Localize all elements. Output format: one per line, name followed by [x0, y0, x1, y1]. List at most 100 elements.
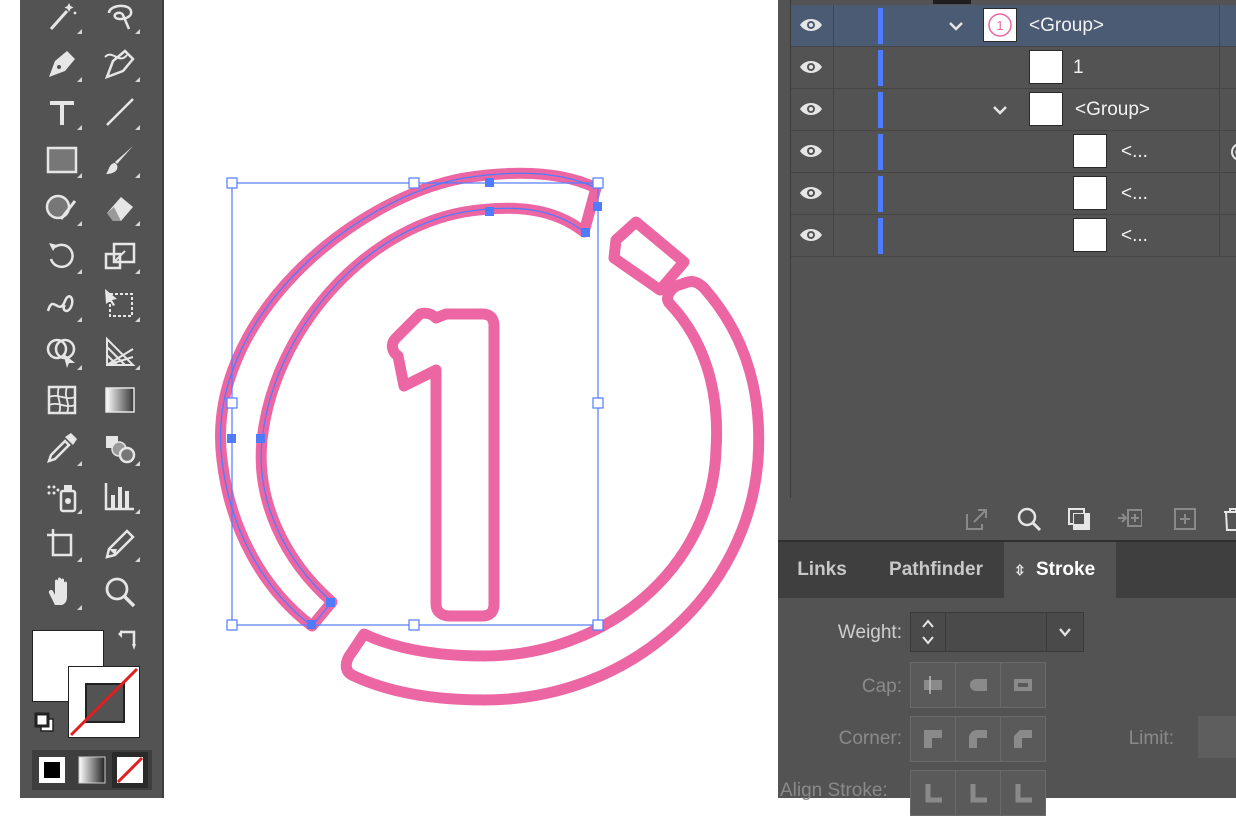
layer-thumbnail — [1073, 134, 1107, 168]
artboard-tool-icon[interactable] — [40, 522, 84, 566]
layer-name[interactable]: 1 — [1073, 57, 1084, 79]
rotate-tool-icon[interactable] — [40, 234, 84, 278]
stroke-panel: Weight: Cap: Corner: Limit: Align Stroke… — [778, 598, 1236, 816]
type-tool-icon[interactable] — [40, 90, 84, 134]
layer-name[interactable]: <Group> — [1075, 99, 1150, 121]
layer-name[interactable]: <... — [1121, 225, 1148, 247]
corner-buttons — [910, 716, 1046, 762]
target-circle-icon[interactable] — [1229, 141, 1236, 163]
perspective-grid-tool-icon[interactable] — [98, 330, 142, 374]
trash-icon[interactable] — [1220, 506, 1236, 532]
slice-tool-icon[interactable] — [98, 522, 142, 566]
layer-thumbnail — [1029, 50, 1063, 84]
magic-wand-tool-icon[interactable] — [40, 0, 84, 38]
stepper-arrows-icon[interactable] — [911, 613, 946, 651]
layer-name[interactable]: <... — [1121, 183, 1148, 205]
lasso-tool-icon[interactable] — [98, 0, 142, 38]
eyedropper-tool-icon[interactable] — [40, 426, 84, 470]
visibility-eye-icon[interactable] — [799, 15, 823, 35]
new-sublayer-icon[interactable] — [1172, 506, 1198, 532]
layer-row[interactable]: <... — [791, 215, 1236, 257]
visibility-eye-icon[interactable] — [799, 141, 823, 161]
panel-tabs: Links Pathfinder ⇳ Stroke — [778, 540, 1236, 600]
visibility-eye-icon[interactable] — [799, 57, 823, 77]
projecting-cap-icon[interactable] — [1001, 663, 1045, 707]
visibility-eye-icon[interactable] — [799, 183, 823, 203]
artwork[interactable] — [164, 0, 778, 798]
tab-links[interactable]: Links — [782, 542, 862, 598]
layer-name[interactable]: <... — [1121, 141, 1148, 163]
move-to-layer-icon[interactable] — [1116, 506, 1142, 532]
scale-tool-icon[interactable] — [98, 234, 142, 278]
clipping-mask-icon[interactable] — [1066, 506, 1092, 532]
warp-tool-icon[interactable] — [40, 282, 84, 326]
free-transform-tool-icon[interactable] — [98, 282, 142, 326]
color-mode-icon[interactable] — [36, 754, 68, 786]
layer-thumbnail — [1073, 218, 1107, 252]
chevron-down-icon[interactable] — [991, 101, 1009, 119]
mesh-tool-icon[interactable] — [40, 378, 84, 422]
blend-tool-icon[interactable] — [98, 426, 142, 470]
visibility-eye-icon[interactable] — [799, 99, 823, 119]
align-center-icon[interactable] — [911, 771, 956, 815]
search-icon[interactable] — [1016, 506, 1042, 532]
shaper-tool-icon[interactable] — [40, 186, 84, 230]
layer-thumbnail — [1029, 92, 1063, 126]
weight-input[interactable] — [946, 613, 1047, 651]
paintbrush-tool-icon[interactable] — [98, 138, 142, 182]
tools-panel — [20, 0, 164, 798]
miter-join-icon[interactable] — [911, 717, 956, 761]
align-inside-icon[interactable] — [956, 771, 1001, 815]
round-cap-icon[interactable] — [956, 663, 1001, 707]
symbol-sprayer-tool-icon[interactable] — [40, 474, 84, 518]
limit-input[interactable] — [1198, 716, 1236, 758]
butt-cap-icon[interactable] — [911, 663, 956, 707]
left-arc-shape[interactable] — [215, 167, 602, 632]
tab-stroke[interactable]: ⇳ Stroke — [1004, 542, 1116, 598]
cap-label: Cap: — [861, 676, 902, 697]
arc-cap-shape[interactable] — [608, 216, 690, 296]
layer-row[interactable]: <... — [791, 173, 1236, 215]
artboard-canvas[interactable] — [164, 0, 778, 798]
layer-name[interactable]: <Group> — [1029, 15, 1104, 37]
tab-pathfinder[interactable]: Pathfinder — [868, 542, 1004, 598]
weight-label: Weight: — [837, 622, 902, 643]
swap-fill-stroke-icon[interactable] — [116, 628, 142, 659]
curvature-tool-icon[interactable] — [98, 42, 142, 86]
stroke-swatch[interactable] — [68, 666, 140, 738]
zoom-tool-icon[interactable] — [98, 570, 142, 614]
column-graph-tool-icon[interactable] — [98, 474, 142, 518]
rectangle-tool-icon[interactable] — [40, 138, 84, 182]
pen-tool-icon[interactable] — [40, 42, 84, 86]
bevel-join-icon[interactable] — [1001, 717, 1045, 761]
align-stroke-label: Align Stroke: — [780, 780, 888, 801]
align-outside-icon[interactable] — [1001, 771, 1045, 815]
default-fill-stroke-icon[interactable] — [34, 712, 56, 739]
align-stroke-buttons — [910, 770, 1046, 816]
chevron-down-icon[interactable] — [1047, 613, 1083, 651]
layer-thumbnail — [1073, 176, 1107, 210]
corner-label: Corner: — [838, 728, 902, 749]
visibility-eye-icon[interactable] — [799, 225, 823, 245]
line-segment-tool-icon[interactable] — [98, 90, 142, 134]
shape-builder-tool-icon[interactable] — [40, 330, 84, 374]
layers-footer-toolbar — [790, 498, 1236, 538]
eraser-tool-icon[interactable] — [98, 186, 142, 230]
hand-tool-icon[interactable] — [40, 570, 84, 614]
round-join-icon[interactable] — [956, 717, 1001, 761]
digit-one-shape[interactable] — [386, 307, 500, 622]
window-edge — [0, 0, 20, 798]
layer-row[interactable]: 1 <Group> — [791, 5, 1236, 47]
layer-row[interactable]: <Group> — [791, 89, 1236, 131]
gradient-mode-icon[interactable] — [76, 754, 108, 786]
chevron-down-icon[interactable] — [947, 17, 965, 35]
number-one-badge-artwork — [215, 167, 765, 706]
export-icon[interactable] — [964, 506, 990, 532]
weight-stepper[interactable] — [910, 612, 1084, 652]
none-mode-icon[interactable] — [112, 752, 148, 788]
layer-row[interactable]: 1 — [791, 47, 1236, 89]
layer-thumbnail: 1 — [983, 8, 1017, 42]
sort-arrows-icon: ⇳ — [1014, 562, 1026, 578]
gradient-tool-icon[interactable] — [98, 378, 142, 422]
layer-row[interactable]: <... — [791, 131, 1236, 173]
